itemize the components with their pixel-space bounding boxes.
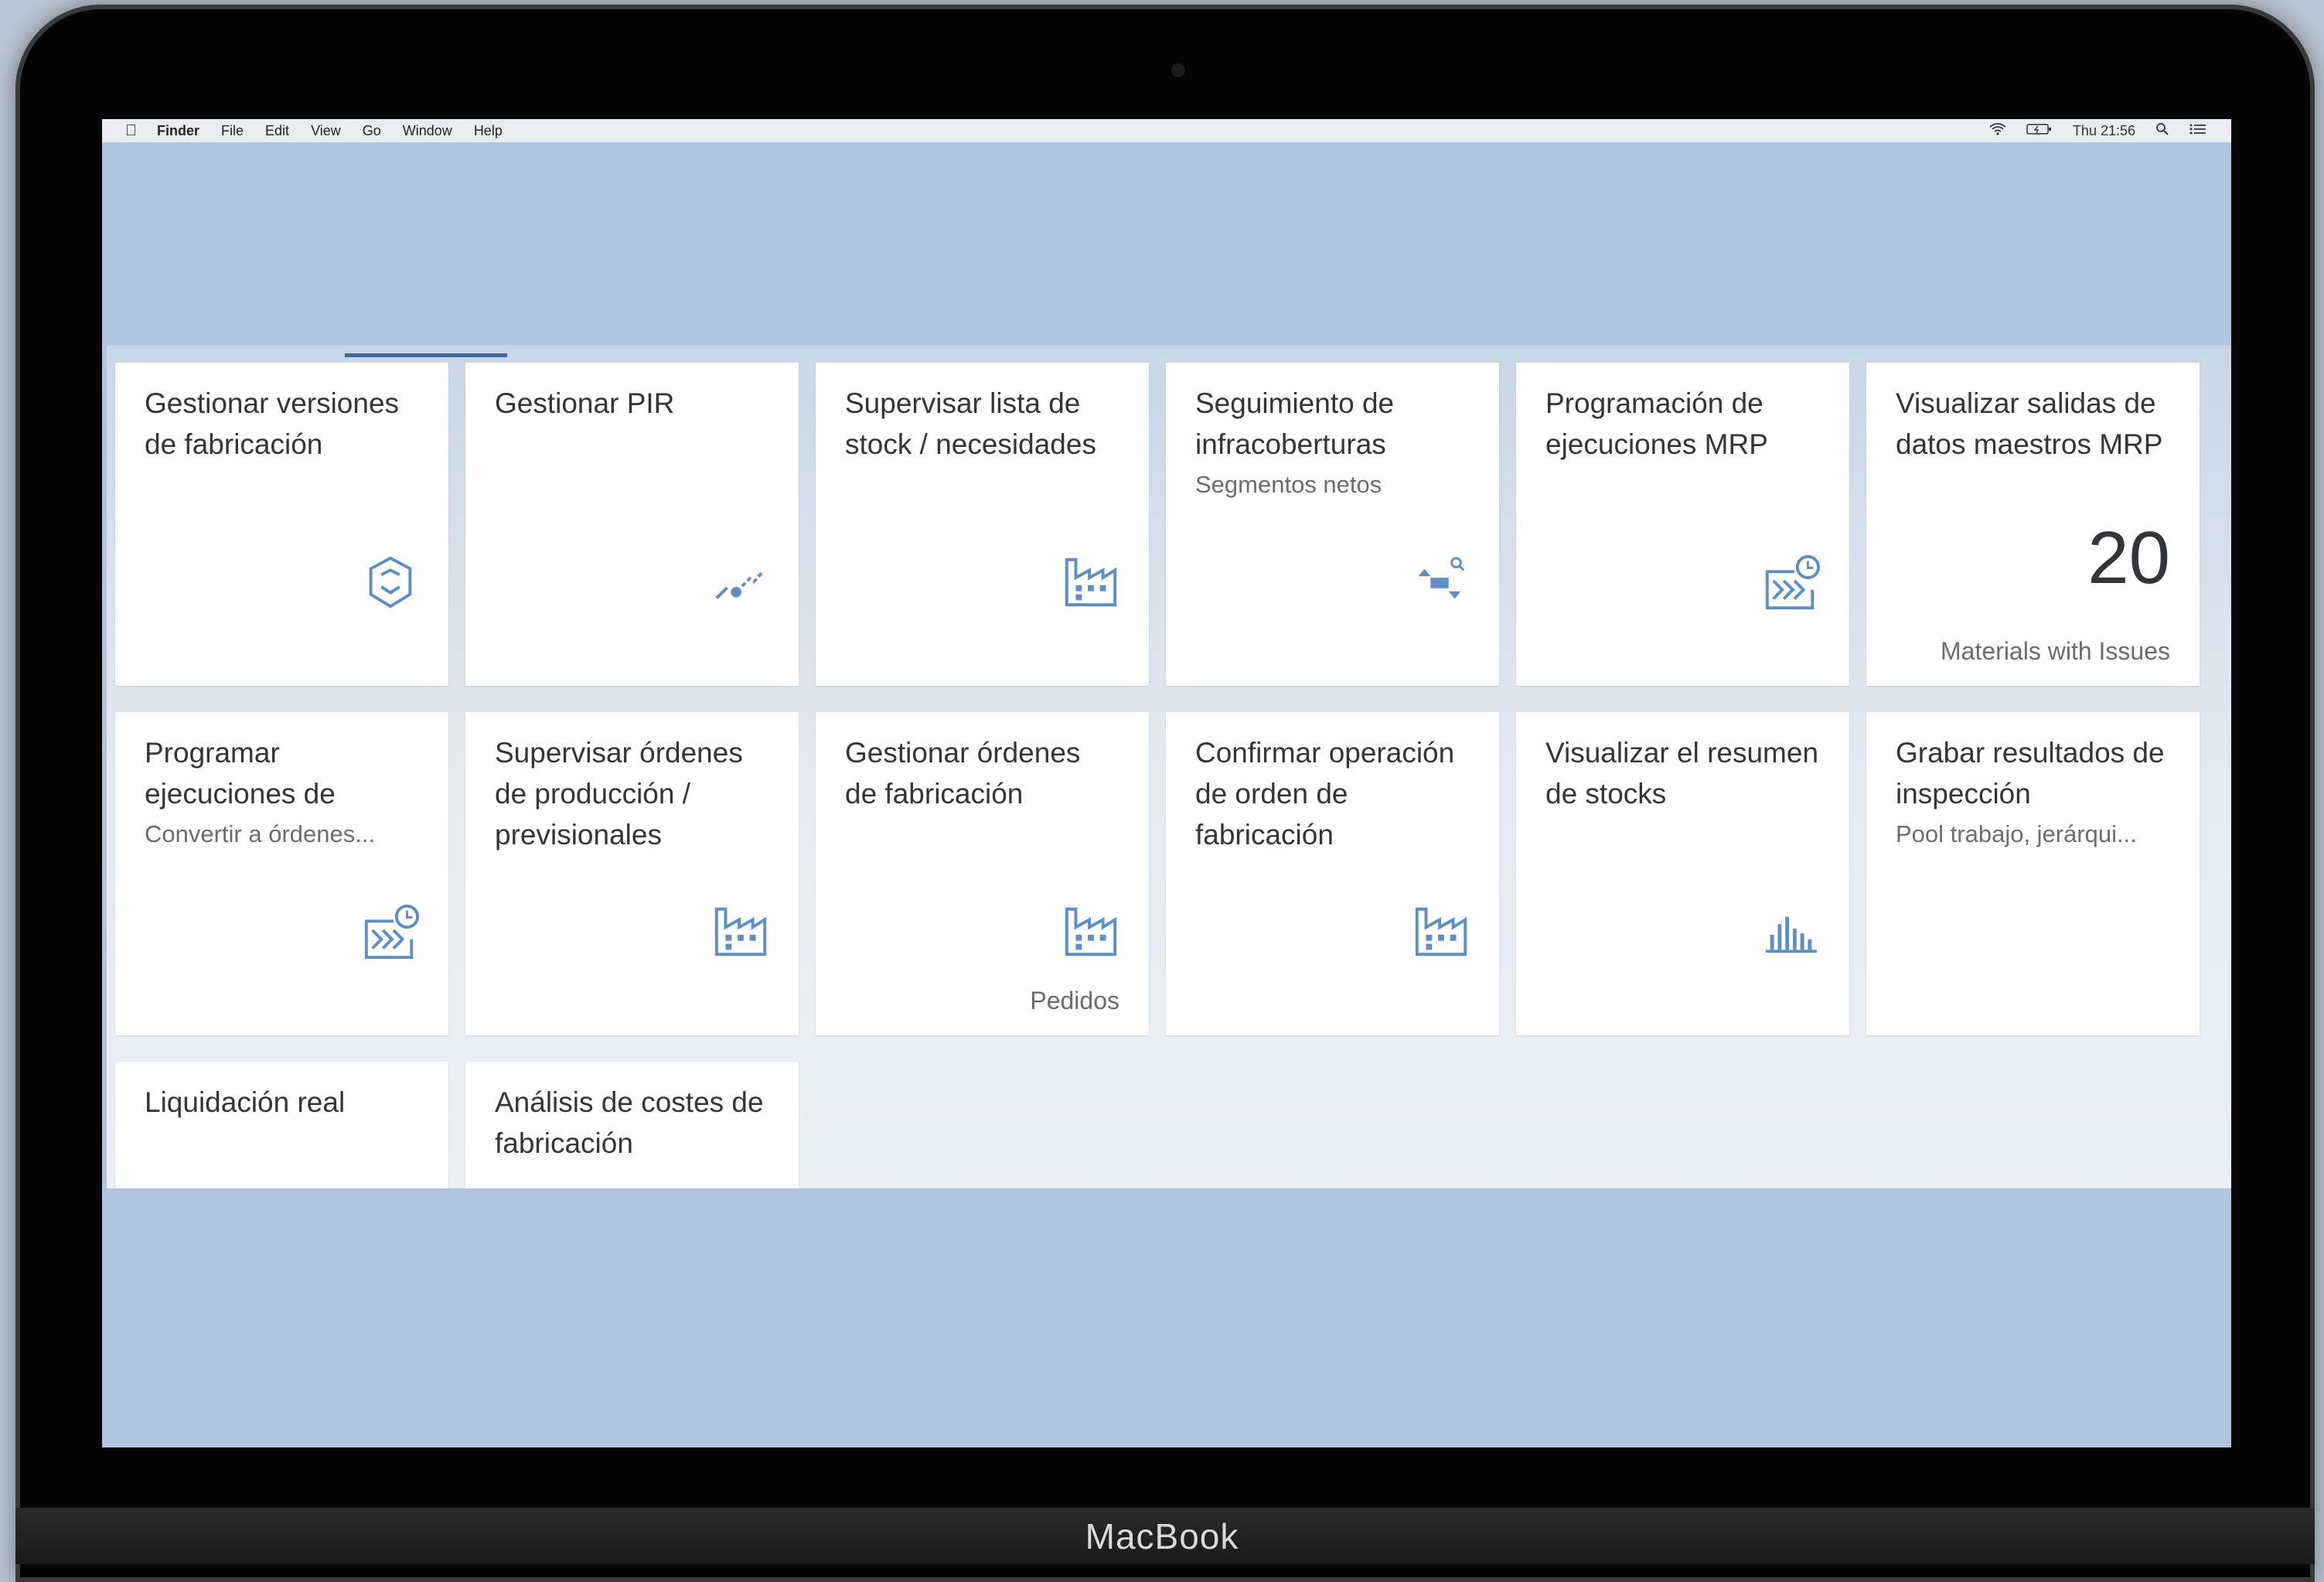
- tile-title: Programar ejecuciones de: [145, 737, 336, 810]
- tile-supervisar-lista-stock[interactable]: Supervisar lista de stock / necesidades: [816, 363, 1149, 686]
- menu-finder[interactable]: Finder: [157, 123, 199, 139]
- factory-icon: [1061, 902, 1121, 962]
- active-tab-indicator: [345, 353, 507, 357]
- tile-liquidacion-real[interactable]: Liquidación real: [115, 1062, 448, 1197]
- tile-title: Visualizar el resumen de stocks: [1545, 737, 1819, 810]
- tile-grabar-resultados[interactable]: Grabar resultados de inspección Pool tra…: [1866, 712, 2200, 1035]
- factory-icon: [1061, 552, 1121, 612]
- menubar-clock[interactable]: Thu 21:56: [2073, 123, 2135, 139]
- tile-title: Liquidación real: [145, 1086, 346, 1118]
- lower-background: [102, 1188, 2231, 1447]
- kpi-number: 20: [2087, 517, 2170, 599]
- wifi-icon[interactable]: [1989, 122, 2006, 139]
- tile-gestionar-pir[interactable]: Gestionar PIR: [465, 363, 799, 686]
- tile-footer: Pedidos: [1030, 987, 1119, 1014]
- menu-go[interactable]: Go: [363, 123, 381, 139]
- tile-gestionar-versiones[interactable]: Gestionar versiones de fabricación: [115, 363, 448, 686]
- notification-center-icon[interactable]: [2189, 123, 2206, 139]
- menu-help[interactable]: Help: [474, 123, 503, 139]
- tile-analisis-costes[interactable]: Análisis de costes de fabricación: [465, 1062, 799, 1197]
- tile-subtitle: Convertir a órdenes...: [145, 820, 376, 847]
- tile-title: Supervisar lista de stock / necesidades: [845, 387, 1096, 460]
- trend-icon: [710, 556, 771, 616]
- menu-view[interactable]: View: [311, 123, 341, 139]
- tile-title: Análisis de costes de fabricación: [495, 1086, 764, 1159]
- schedule-icon: [360, 902, 421, 962]
- tile-subtitle: Pool trabajo, jerárqui...: [1896, 820, 2137, 847]
- tile-subtitle: Segmentos netos: [1195, 471, 1382, 498]
- bar-chart-icon: [1761, 902, 1821, 962]
- apple-menu-icon[interactable]: : [125, 122, 137, 140]
- cube-icon: [360, 552, 421, 612]
- status-area: Thu 21:56: [1989, 122, 2206, 140]
- factory-icon: [1411, 902, 1471, 962]
- menu-edit[interactable]: Edit: [265, 123, 289, 139]
- device-label: MacBook: [1085, 1516, 1239, 1556]
- schedule-icon: [1761, 552, 1821, 612]
- battery-icon[interactable]: [2026, 123, 2053, 139]
- tile-title: Gestionar PIR: [495, 387, 675, 419]
- tile-programacion-mrp[interactable]: Programación de ejecuciones MRP: [1516, 363, 1849, 686]
- tile-title: Visualizar salidas de datos maestros MRP: [1896, 387, 2163, 460]
- tile-seguimiento-infracoberturas[interactable]: Seguimiento de infracoberturas Segmentos…: [1166, 363, 1499, 686]
- menu-file[interactable]: File: [221, 123, 244, 139]
- tile-gestionar-ordenes-fabricacion[interactable]: Gestionar órdenes de fabricación Pedidos: [816, 712, 1149, 1035]
- tile-resumen-stocks[interactable]: Visualizar el resumen de stocks: [1516, 712, 1849, 1035]
- tile-footer: Materials with Issues: [1941, 637, 2170, 665]
- spotlight-search-icon[interactable]: [2155, 122, 2169, 140]
- factory-icon: [710, 902, 771, 962]
- tile-title: Grabar resultados de inspección: [1896, 737, 2165, 810]
- tile-title: Programación de ejecuciones MRP: [1545, 387, 1768, 460]
- tile-title: Gestionar órdenes de fabricación: [845, 737, 1081, 810]
- screen:  Finder File Edit View Go Window Help T…: [102, 119, 2231, 1447]
- tile-confirmar-operacion[interactable]: Confirmar operación de orden de fabricac…: [1166, 712, 1499, 1035]
- tile-title: Supervisar órdenes de producción / previ…: [495, 737, 743, 851]
- tile-programar-ejecuciones[interactable]: Programar ejecuciones de Convertir a órd…: [115, 712, 448, 1035]
- camera: [1171, 63, 1185, 77]
- mac-menubar:  Finder File Edit View Go Window Help T…: [102, 119, 2231, 142]
- menu-window[interactable]: Window: [403, 123, 452, 139]
- shortage-icon: [1411, 552, 1471, 612]
- tile-title: Seguimiento de infracoberturas: [1195, 387, 1395, 460]
- tile-supervisar-ordenes-produccion[interactable]: Supervisar órdenes de producción / previ…: [465, 712, 799, 1035]
- tile-title: Gestionar versiones de fabricación: [145, 387, 400, 460]
- tile-visualizar-salidas-mrp[interactable]: Visualizar salidas de datos maestros MRP…: [1866, 363, 2200, 686]
- tile-title: Confirmar operación de orden de fabricac…: [1195, 737, 1455, 851]
